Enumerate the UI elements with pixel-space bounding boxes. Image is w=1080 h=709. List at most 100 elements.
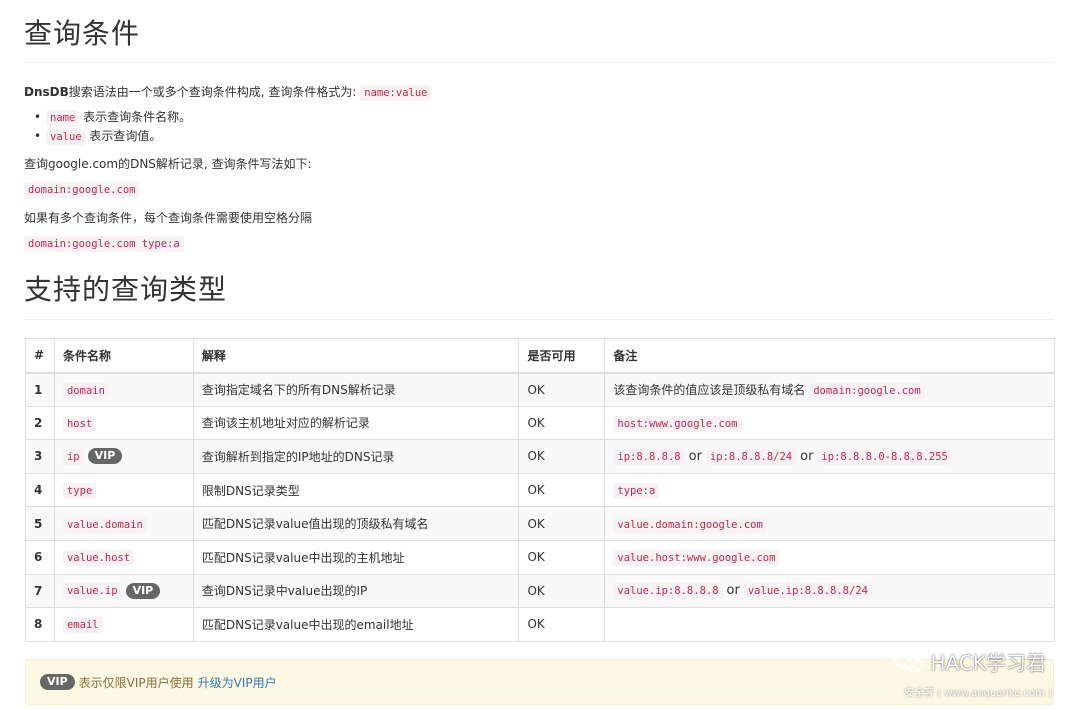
row-name-cell: value.domain [53,506,194,541]
row-available: OK [518,539,606,575]
note-code: host:www.google.com [613,415,742,432]
note-code: value.ip:8.8.8.8 [613,583,723,600]
row-number: 6 [25,539,55,575]
condition-name: ip [62,448,84,465]
note-separator: or [726,583,740,599]
example2-code: domain:google.com type:a [24,236,184,252]
row-available: OK [518,573,606,609]
row-description: 查询DNS记录中value出现的IP [192,573,520,609]
dnsdb-brand: DnsDB [24,85,69,99]
section-divider [24,319,1054,320]
example2-text: 如果有多个查询条件，每个查询条件需要使用空格分隔 [24,211,313,225]
row-note [604,607,1055,642]
row-note: type:a [604,472,1055,508]
condition-name: domain [62,382,109,399]
row-name-cell: value.ip VIP [53,573,194,609]
list-item: name 表示查询条件名称。 [34,108,192,127]
condition-name: host [62,415,97,432]
row-name-cell: email [53,607,194,642]
row-description: 匹配DNS记录value值出现的顶级私有域名 [192,506,520,541]
vip-badge: VIP [40,674,75,690]
note-code: domain:google.com [809,383,925,400]
upgrade-vip-link[interactable]: 升级为VIP用户 [198,674,277,691]
row-name-cell: value.host [53,539,194,575]
row-available: OK [518,472,606,508]
row-description: 限制DNS记录类型 [192,472,520,508]
row-description: 匹配DNS记录value中出现的主机地址 [192,539,520,575]
row-available: OK [518,506,606,541]
example1-text: 查询google.com的DNS解析记录, 查询条件写法如下: [24,157,312,171]
row-number: 1 [25,372,55,407]
bullet-text: 表示查询值。 [85,129,162,143]
syntax-list: name 表示查询条件名称。 value 表示查询值。 [34,108,192,146]
table-row: 5 value.domain 匹配DNS记录value值出现的顶级私有域名 OK val… [25,506,1055,541]
bullet-code: value [46,129,86,145]
intro-text: 搜索语法由一个或多个查询条件构成, 查询条件格式为: [68,85,361,99]
row-note: host:www.google.com [604,405,1055,441]
condition-name: value.host [62,550,135,567]
row-name-cell: type [53,472,194,508]
row-note: value.ip:8.8.8.8 or value.ip:8.8.8.8/24 [604,573,1055,609]
note-separator: or [800,448,814,464]
header-num: # [25,338,55,374]
note-code: value.domain:google.com [613,516,767,533]
header-note: 备注 [604,338,1055,374]
row-number: 8 [25,607,55,642]
header-desc: 解释 [192,338,520,374]
bullet-code: name [46,110,80,126]
note-code: type:a [613,483,660,500]
row-available: OK [518,372,606,407]
note-code: value.ip:8.8.8.8/24 [743,583,872,600]
row-description: 查询该主机地址对应的解析记录 [192,405,520,441]
section-title: 支持的查询类型 [24,273,228,306]
table-row: 6 value.host 匹配DNS记录value中出现的主机地址 OK value.h… [25,539,1055,575]
row-available: OK [518,405,606,441]
table-body: 1 domain 查询指定域名下的所有DNS解析记录 OK 该查询条件的值应该是顶级私有… [25,372,1055,642]
row-available: OK [518,607,606,642]
note-code: ip:8.8.8.8 [613,448,685,465]
watermark-sub: 安全客 ( www.anquanke.com ) [904,688,1052,699]
row-available: OK [518,439,606,474]
alert-text: 表示仅限VIP用户使用 [78,675,194,690]
table-row: 3 ip VIP 查询解析到指定的IP地址的DNS记录 OK ip:8.8.8.8 or ip… [25,439,1055,474]
row-number: 3 [25,439,55,474]
bullet-text: 表示查询条件名称。 [79,110,192,124]
note-separator: or [688,448,702,464]
condition-name: value.domain [62,516,147,533]
condition-name: type [62,483,97,500]
row-number: 7 [25,573,55,609]
vip-badge: VIP [87,448,123,465]
query-types-table: # 条件名称 解释 是否可用 备注 1 domain 查询指定域名下的所有DNS解析… [25,338,1055,642]
row-note: value.domain:google.com [604,506,1055,541]
table-row: 2 host 查询该主机地址对应的解析记录 OK host:www.google.com [25,405,1055,441]
header-available: 是否可用 [518,338,606,374]
row-note: value.host:www.google.com [604,539,1055,575]
row-name-cell: host [53,405,194,441]
row-note: 该查询条件的值应该是顶级私有域名 domain:google.com [604,372,1055,407]
table-header-row: # 条件名称 解释 是否可用 备注 [25,338,1055,374]
vip-badge: VIP [125,582,161,599]
table-row: 1 domain 查询指定域名下的所有DNS解析记录 OK 该查询条件的值应该是顶级私有… [25,372,1055,407]
list-item: value 表示查询值。 [34,127,191,146]
row-description: 查询解析到指定的IP地址的DNS记录 [192,439,520,474]
example2-code-line: domain:google.com type:a [24,236,184,252]
condition-name: value.ip [62,583,122,600]
row-note: ip:8.8.8.8 or ip:8.8.8.8/24 or ip:8.8.8.0-8.… [604,439,1055,474]
example1-code-line: domain:google.com [24,182,140,198]
example1-code: domain:google.com [24,182,140,198]
row-description: 查询指定域名下的所有DNS解析记录 [192,372,520,407]
wechat-icon [894,650,923,672]
watermark-text: HACK学习君 [930,651,1046,675]
note-code: ip:8.8.8.8/24 [705,448,797,465]
row-number: 5 [25,506,55,541]
row-description: 匹配DNS记录value中出现的email地址 [192,607,520,642]
watermark-brand: HACK学习君 [894,647,1046,676]
intro-code: name:value [360,85,432,101]
row-number: 2 [25,405,55,441]
syntax-intro: DnsDB搜索语法由一个或多个查询条件构成, 查询条件格式为: name:val… [24,83,432,101]
note-code: value.host:www.google.com [613,550,780,567]
note-text: 该查询条件的值应该是顶级私有域名 [613,383,810,398]
row-name-cell: ip VIP [53,439,194,474]
header-name: 条件名称 [53,338,194,374]
table-row: 8 email 匹配DNS记录value中出现的email地址 OK [25,607,1055,642]
